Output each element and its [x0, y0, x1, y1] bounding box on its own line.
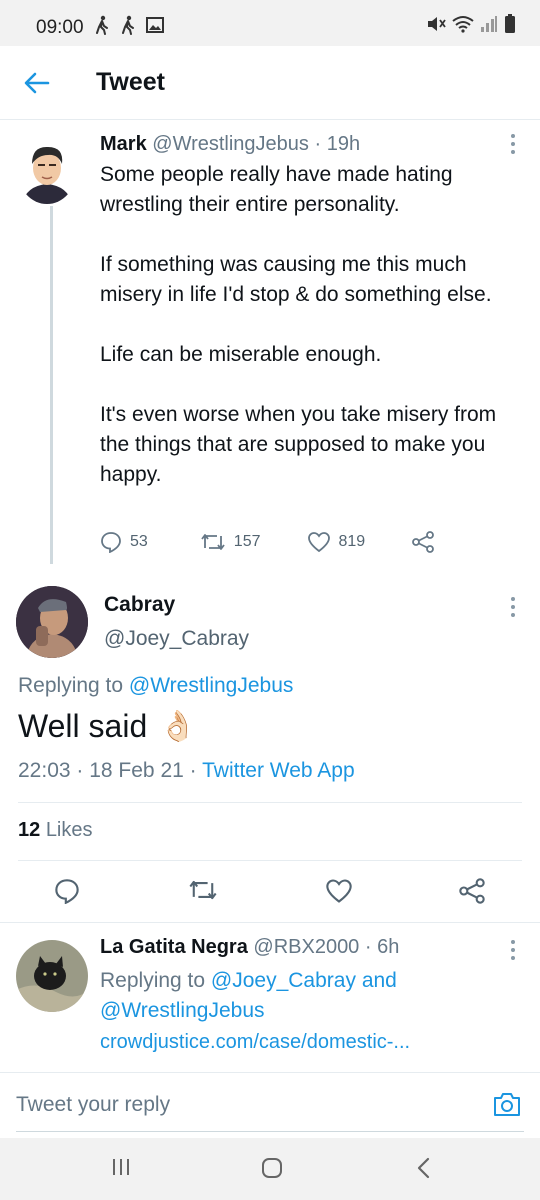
back-button[interactable]: [20, 66, 54, 100]
share-icon: [459, 878, 485, 904]
reply-composer: Tweet your reply: [0, 1072, 540, 1136]
likes-count: 12: [18, 819, 41, 841]
reply-button[interactable]: [54, 878, 80, 909]
walking-icon: [120, 15, 136, 35]
replying-to: Replying to @Joey_Cabray and @WrestlingJ…: [100, 966, 397, 1026]
tweet-text: Well said 👌🏻: [18, 708, 197, 745]
mute-icon: [426, 15, 446, 33]
camera-icon: [494, 1093, 520, 1116]
author-handle[interactable]: @Joey_Cabray: [104, 627, 249, 651]
tweet-actions: 53 157 819: [100, 531, 435, 553]
home-icon: [262, 1158, 282, 1178]
likes-label: Likes: [45, 819, 93, 841]
tweet-text-content: Well said: [18, 708, 148, 744]
wifi-icon: [452, 15, 474, 33]
camera-button[interactable]: [492, 1090, 522, 1123]
recent-apps-button[interactable]: [110, 1156, 132, 1183]
status-time: 09:00: [36, 17, 84, 38]
author-handle[interactable]: @RBX2000: [253, 936, 359, 958]
more-options-button[interactable]: [503, 595, 523, 619]
back-arrow-icon: [24, 72, 50, 94]
retweet-icon: [189, 880, 217, 900]
author-handle[interactable]: @WrestlingJebus: [152, 133, 309, 155]
reply-input[interactable]: Tweet your reply: [16, 1093, 170, 1117]
top-app-bar: Tweet: [0, 46, 540, 120]
like-button[interactable]: 819: [307, 531, 366, 553]
mention-link[interactable]: @WrestlingJebus: [100, 999, 265, 1022]
tweet-source-link[interactable]: Twitter Web App: [202, 759, 355, 782]
page-title: Tweet: [96, 68, 165, 96]
retweet-button[interactable]: 157: [200, 532, 261, 552]
signal-icon: [480, 15, 498, 33]
share-icon: [412, 531, 435, 553]
more-options-button[interactable]: [503, 132, 523, 156]
mention-link[interactable]: @Joey_Cabray: [211, 969, 356, 992]
divider: [18, 860, 522, 861]
tweet-meta: La Gatita Negra @RBX2000 · 6h: [100, 936, 399, 959]
like-button[interactable]: [325, 878, 353, 909]
reply-count: 53: [130, 533, 148, 550]
walking-icon: [94, 15, 110, 35]
recent-apps-icon: [113, 1159, 129, 1175]
retweet-count: 157: [233, 533, 261, 550]
ok-hand-emoji: 👌🏻: [159, 710, 197, 743]
reply-icon: [101, 532, 121, 553]
status-bar: 09:00: [0, 0, 540, 46]
like-count: 819: [338, 533, 366, 550]
avatar[interactable]: [18, 140, 76, 204]
replying-to: Replying to @WrestlingJebus: [18, 674, 293, 698]
heart-icon: [326, 879, 352, 903]
avatar[interactable]: [16, 940, 88, 1012]
more-options-button[interactable]: [503, 938, 523, 962]
reply-button[interactable]: 53: [100, 531, 148, 553]
home-button[interactable]: [260, 1156, 284, 1185]
author-name[interactable]: La Gatita Negra: [100, 936, 248, 958]
divider: [18, 802, 522, 803]
system-nav-bar: [0, 1138, 540, 1200]
thread-line: [50, 206, 53, 564]
back-chevron-icon: [417, 1157, 430, 1179]
battery-icon: [504, 14, 516, 34]
and-text: and: [361, 969, 397, 992]
replying-prefix: Replying to: [18, 674, 124, 697]
author-name[interactable]: Mark: [100, 133, 147, 155]
divider: [0, 922, 540, 923]
tweet-age: · 19h: [314, 133, 361, 155]
tweet-timestamp: 22:03 · 18 Feb 21 · Twitter Web App: [18, 759, 355, 782]
tweet-date: 18 Feb 21: [89, 759, 184, 782]
tweet-text: Some people really have made hating wres…: [100, 163, 497, 486]
url-link[interactable]: crowdjustice.com/case/domestic-...: [100, 1031, 410, 1054]
main-tweet-actions: [0, 870, 540, 916]
mention-link[interactable]: @WrestlingJebus: [129, 674, 294, 697]
heart-icon: [307, 532, 330, 553]
likes-summary[interactable]: 12 Likes: [18, 819, 93, 842]
gallery-icon: [146, 17, 164, 33]
reply-icon: [55, 879, 79, 905]
avatar[interactable]: [16, 586, 88, 658]
share-button[interactable]: [411, 531, 435, 553]
author-name[interactable]: Cabray: [104, 593, 175, 617]
tweet-age: · 6h: [364, 936, 400, 958]
tweet-time: 22:03: [18, 759, 71, 782]
share-button[interactable]: [458, 878, 486, 909]
tweet-meta: Mark @WrestlingJebus · 19h: [100, 133, 360, 156]
retweet-button[interactable]: [188, 878, 218, 907]
retweet-icon: [201, 534, 225, 550]
input-underline: [16, 1131, 524, 1132]
back-nav-button[interactable]: [414, 1156, 434, 1185]
replying-prefix: Replying to: [100, 969, 206, 992]
